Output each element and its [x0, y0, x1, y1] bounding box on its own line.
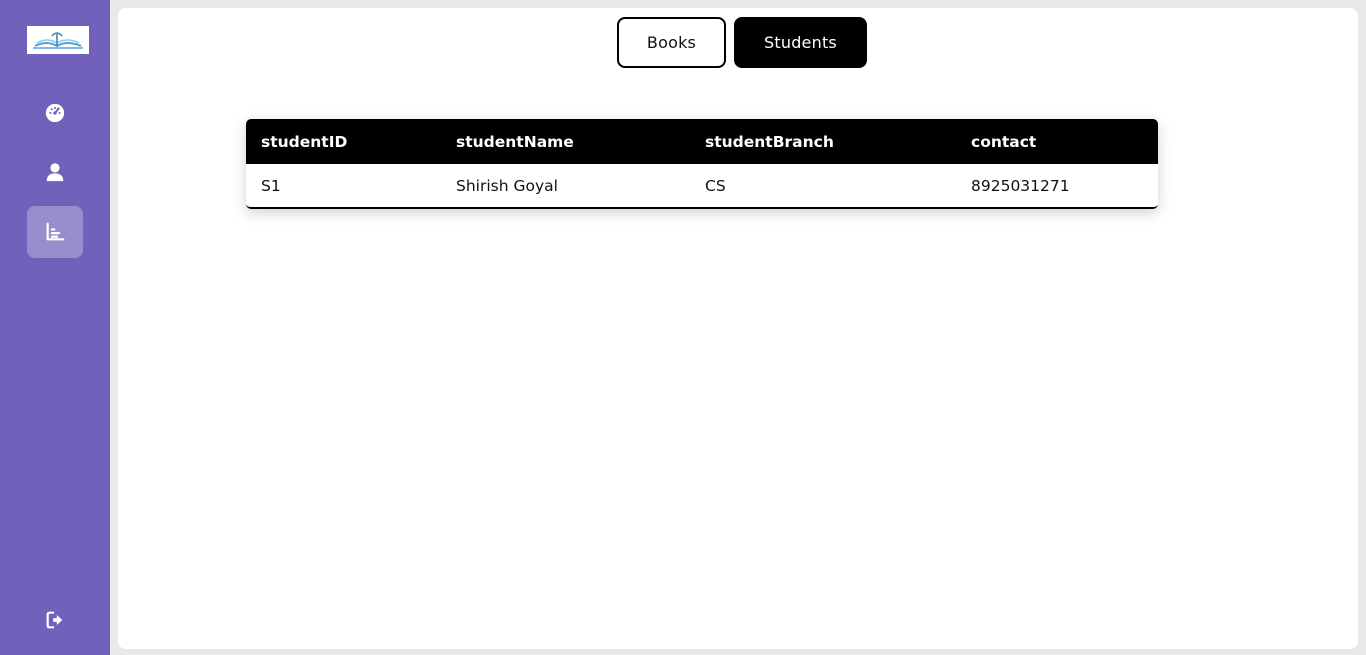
table-row[interactable]: S1 Shirish Goyal CS 8925031271	[246, 164, 1158, 207]
user-icon	[46, 163, 64, 182]
tab-students[interactable]: Students	[734, 17, 867, 68]
app-logo[interactable]	[27, 26, 89, 54]
sidebar	[0, 0, 110, 655]
nav-user[interactable]	[27, 146, 83, 198]
column-header-student-branch[interactable]: studentBranch	[690, 119, 956, 164]
cell-contact: 8925031271	[971, 176, 1070, 195]
chart-icon	[46, 222, 65, 241]
column-header-student-name[interactable]: studentName	[441, 119, 690, 164]
column-header-contact[interactable]: contact	[956, 119, 1158, 164]
main-content: Books Students studentID studentName stu…	[118, 8, 1358, 649]
cell-student-branch: CS	[705, 176, 726, 195]
dashboard-icon	[45, 103, 65, 123]
table-header-row: studentID studentName studentBranch cont…	[246, 119, 1158, 164]
cell-student-name: Shirish Goyal	[456, 176, 558, 195]
tab-books[interactable]: Books	[617, 17, 726, 68]
logout-icon	[46, 611, 63, 629]
nav-dashboard[interactable]	[27, 87, 83, 139]
book-logo-icon	[33, 32, 83, 49]
students-table: studentID studentName studentBranch cont…	[246, 119, 1158, 209]
cell-student-id: S1	[261, 176, 281, 195]
column-header-student-id[interactable]: studentID	[246, 119, 441, 164]
nav-reports[interactable]	[27, 206, 83, 258]
nav-logout[interactable]	[27, 594, 83, 646]
